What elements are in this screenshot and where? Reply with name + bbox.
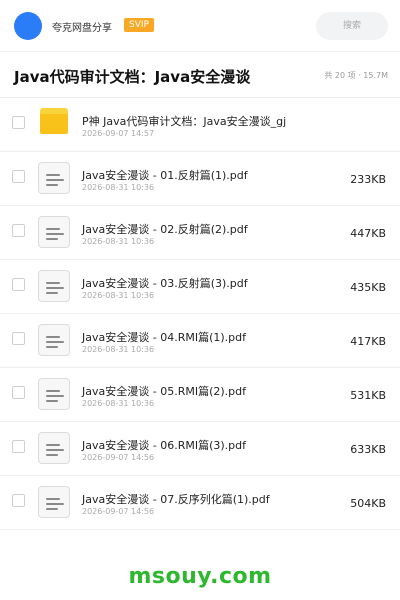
file-size: 435KB [350, 281, 386, 294]
list-item[interactable]: Java安全漫谈 - 04.RMI篇(1).pdf 2026-08-31 10:… [0, 314, 400, 368]
file-name: Java安全漫谈 - 01.反射篇(1).pdf [82, 169, 248, 182]
file-size: 531KB [350, 389, 386, 402]
file-date: 2026-08-31 10:36 [82, 399, 155, 408]
list-item[interactable]: P神 Java代码审计文档：Java安全漫谈_gj 2026-09-07 14:… [0, 98, 400, 152]
file-date: 2026-09-07 14:57 [82, 129, 155, 138]
top-bar: 夸克网盘分享 SVIP 搜索 [0, 0, 400, 52]
row-checkbox[interactable] [12, 278, 25, 291]
folder-header: Java代码审计文档：Java安全漫谈 共 20 项 · 15.7M [0, 52, 400, 98]
document-icon [38, 486, 70, 518]
file-size: 417KB [350, 335, 386, 348]
file-date: 2026-09-07 14:56 [82, 453, 155, 462]
document-icon [38, 216, 70, 248]
svip-badge: SVIP [124, 18, 154, 32]
file-name: Java安全漫谈 - 03.反射篇(3).pdf [82, 277, 248, 290]
search-input[interactable]: 搜索 [316, 12, 388, 40]
file-name: Java安全漫谈 - 05.RMI篇(2).pdf [82, 385, 246, 398]
avatar[interactable] [14, 12, 42, 40]
page-title: Java代码审计文档：Java安全漫谈 [14, 68, 251, 86]
file-name: Java安全漫谈 - 04.RMI篇(1).pdf [82, 331, 246, 344]
list-item[interactable]: Java安全漫谈 - 07.反序列化篇(1).pdf 2026-09-07 14… [0, 476, 400, 530]
file-date: 2026-08-31 10:36 [82, 183, 155, 192]
file-date: 2026-08-31 10:36 [82, 291, 155, 300]
file-date: 2026-08-31 10:36 [82, 345, 155, 354]
document-icon [38, 270, 70, 302]
folder-meta: 共 20 项 · 15.7M [324, 71, 388, 80]
file-size: 633KB [350, 443, 386, 456]
file-size: 447KB [350, 227, 386, 240]
list-item[interactable]: Java安全漫谈 - 05.RMI篇(2).pdf 2026-08-31 10:… [0, 368, 400, 422]
brand-name: 夸克网盘分享 [52, 23, 112, 34]
row-checkbox[interactable] [12, 332, 25, 345]
row-checkbox[interactable] [12, 170, 25, 183]
watermark: msouy.com [128, 564, 272, 589]
row-checkbox[interactable] [12, 116, 25, 129]
file-date: 2026-09-07 14:56 [82, 507, 155, 516]
folder-icon [38, 108, 70, 140]
document-icon [38, 324, 70, 356]
file-list: P神 Java代码审计文档：Java安全漫谈_gj 2026-09-07 14:… [0, 98, 400, 530]
file-size: 504KB [350, 497, 386, 510]
row-checkbox[interactable] [12, 494, 25, 507]
list-item[interactable]: Java安全漫谈 - 03.反射篇(3).pdf 2026-08-31 10:3… [0, 260, 400, 314]
document-icon [38, 162, 70, 194]
file-size: 233KB [350, 173, 386, 186]
file-name: Java安全漫谈 - 07.反序列化篇(1).pdf [82, 493, 270, 506]
document-icon [38, 432, 70, 464]
row-checkbox[interactable] [12, 386, 25, 399]
file-name: Java安全漫谈 - 06.RMI篇(3).pdf [82, 439, 246, 452]
list-item[interactable]: Java安全漫谈 - 06.RMI篇(3).pdf 2026-09-07 14:… [0, 422, 400, 476]
document-icon [38, 378, 70, 410]
list-item[interactable]: Java安全漫谈 - 02.反射篇(2).pdf 2026-08-31 10:3… [0, 206, 400, 260]
file-name: Java安全漫谈 - 02.反射篇(2).pdf [82, 223, 248, 236]
row-checkbox[interactable] [12, 224, 25, 237]
row-checkbox[interactable] [12, 440, 25, 453]
file-name: P神 Java代码审计文档：Java安全漫谈_gj [82, 115, 287, 128]
list-item[interactable]: Java安全漫谈 - 01.反射篇(1).pdf 2026-08-31 10:3… [0, 152, 400, 206]
file-date: 2026-08-31 10:36 [82, 237, 155, 246]
